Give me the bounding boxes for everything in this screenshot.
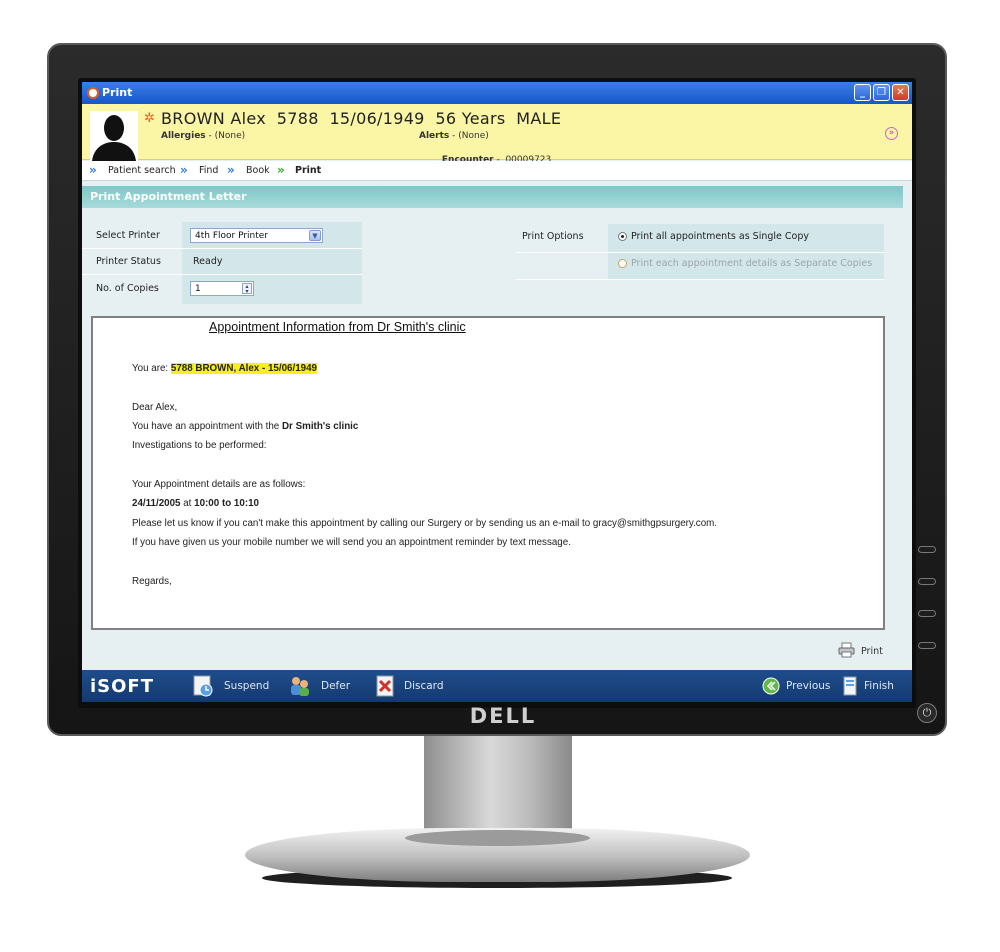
allergies-info: Allergies - (None) (161, 131, 245, 141)
copies-label: No. of Copies (96, 283, 159, 294)
appointment-start: 10:00 (194, 498, 220, 509)
copies-value: 1 (195, 284, 201, 294)
breadcrumb-find[interactable]: Find (199, 165, 218, 176)
clinic-name: Dr Smith's clinic (281, 421, 359, 432)
letter-preview: Appointment Information from Dr Smith's … (91, 316, 885, 630)
monitor-photo: DELL ⏻ Print _ ❐ ✕ ✲ BROWN Alex 5788 15/… (0, 0, 1000, 952)
contact-line: Please let us know if you can't make thi… (132, 518, 718, 529)
bottom-toolbar: iSOFT Suspend Defer Discard Previous Fin… (82, 670, 912, 702)
power-icon: ⏻ (917, 703, 937, 723)
print-options-label: Print Options (522, 231, 584, 242)
you-are-prefix: You are: (132, 363, 169, 374)
window-titlebar: Print _ ❐ ✕ (82, 82, 912, 104)
alerts-info: Alerts - (None) (419, 131, 489, 141)
close-button[interactable]: ✕ (892, 84, 909, 101)
appointment-at: at (183, 498, 192, 509)
finish-icon (843, 676, 857, 696)
alerts-label: Alerts (419, 131, 450, 141)
print-button-label: Print (861, 646, 883, 657)
chevron-right-icon: » (180, 163, 188, 177)
printer-select-value: 4th Floor Printer (195, 231, 269, 241)
single-copy-label[interactable]: Print all appointments as Single Copy (631, 231, 809, 242)
form-divider (82, 248, 362, 249)
patient-avatar-icon (90, 111, 138, 161)
breadcrumb-print: Print (295, 165, 322, 176)
previous-icon (762, 677, 780, 695)
appointment-end: 10:10 (233, 498, 259, 509)
monitor-side-button (918, 642, 936, 649)
dell-logo: DELL (469, 704, 537, 728)
greeting: Dear Alex, (132, 402, 178, 413)
stepper-arrows-icon[interactable]: ▴ ▾ (242, 283, 252, 295)
maximize-button[interactable]: ❐ (873, 84, 890, 101)
minimize-button[interactable]: _ (854, 84, 871, 101)
monitor-side-button (918, 546, 936, 553)
closing: Regards, (132, 576, 172, 587)
investigations-line: Investigations to be performed: (132, 440, 267, 451)
form-divider (82, 274, 362, 275)
application-window: Print _ ❐ ✕ ✲ BROWN Alex 5788 15/06/1949… (82, 82, 912, 702)
chevron-right-icon: » (277, 163, 285, 177)
appointment-datetime: 24/11/2005 at 10:00 to 10:10 (132, 498, 259, 509)
letter-heading: Appointment Information from Dr Smith's … (209, 320, 466, 334)
expand-banner-icon[interactable]: » (885, 127, 898, 140)
chevron-right-icon: » (227, 163, 235, 177)
breadcrumb-book[interactable]: Book (246, 165, 270, 176)
discard-icon (376, 675, 394, 697)
chevron-down-icon[interactable]: ▼ (309, 230, 321, 241)
patient-banner: ✲ BROWN Alex 5788 15/06/1949 56 Years MA… (82, 104, 912, 165)
breadcrumb-patient-search[interactable]: Patient search (108, 165, 176, 176)
you-are-value: 5788 BROWN, Alex - 15/06/1949 (170, 363, 317, 374)
breadcrumb: » Patient search » Find » Book » Print (82, 161, 912, 181)
defer-button[interactable]: Defer (289, 670, 359, 702)
appointment-to: to (221, 498, 232, 509)
separate-copies-radio[interactable] (618, 259, 627, 268)
monitor-side-button (918, 578, 936, 585)
patient-name: BROWN Alex 5788 15/06/1949 56 Years MALE (161, 109, 562, 128)
printer-icon (838, 642, 855, 658)
you-are-line: You are: 5788 BROWN, Alex - 15/06/1949 (132, 363, 317, 374)
alert-star-icon: ✲ (144, 111, 155, 126)
details-intro: Your Appointment details are as follows: (132, 479, 306, 490)
form-divider (516, 279, 884, 280)
previous-label: Previous (786, 680, 831, 692)
section-title: Print Appointment Letter (82, 186, 903, 208)
chevron-right-icon: » (89, 163, 97, 177)
suspend-button[interactable]: Suspend (192, 670, 272, 702)
discard-label: Discard (404, 680, 444, 692)
copies-stepper[interactable]: 1 ▴ ▾ (190, 281, 254, 296)
monitor-stand-ring (405, 830, 590, 846)
printer-status-label: Printer Status (96, 256, 161, 267)
defer-icon (291, 677, 309, 696)
appointment-prefix: You have an appointment with the (132, 421, 280, 432)
defer-label: Defer (321, 680, 351, 692)
app-icon (87, 87, 99, 99)
printer-select[interactable]: 4th Floor Printer ▼ (190, 228, 323, 243)
alerts-value: - (None) (449, 131, 489, 141)
suspend-label: Suspend (224, 680, 270, 692)
discard-button[interactable]: Discard (374, 670, 454, 702)
finish-button[interactable]: Finish (842, 670, 906, 702)
allergies-label: Allergies (161, 131, 206, 141)
separate-copies-label[interactable]: Print each appointment details as Separa… (631, 258, 872, 269)
single-copy-radio[interactable] (618, 232, 627, 241)
mobile-line: If you have given us your mobile number … (132, 537, 571, 548)
select-printer-label: Select Printer (96, 230, 160, 241)
form-divider (516, 252, 884, 253)
appointment-line: You have an appointment with the Dr Smit… (132, 421, 358, 432)
isoft-logo: iSOFT (90, 676, 155, 697)
window-title: Print (102, 86, 133, 99)
finish-label: Finish (864, 680, 894, 692)
previous-button[interactable]: Previous (762, 670, 842, 702)
printer-status-value: Ready (193, 256, 223, 267)
appointment-date: 24/11/2005 (132, 498, 181, 509)
allergies-value: - (None) (205, 131, 246, 141)
suspend-icon (193, 675, 213, 697)
monitor-side-button (918, 610, 936, 617)
